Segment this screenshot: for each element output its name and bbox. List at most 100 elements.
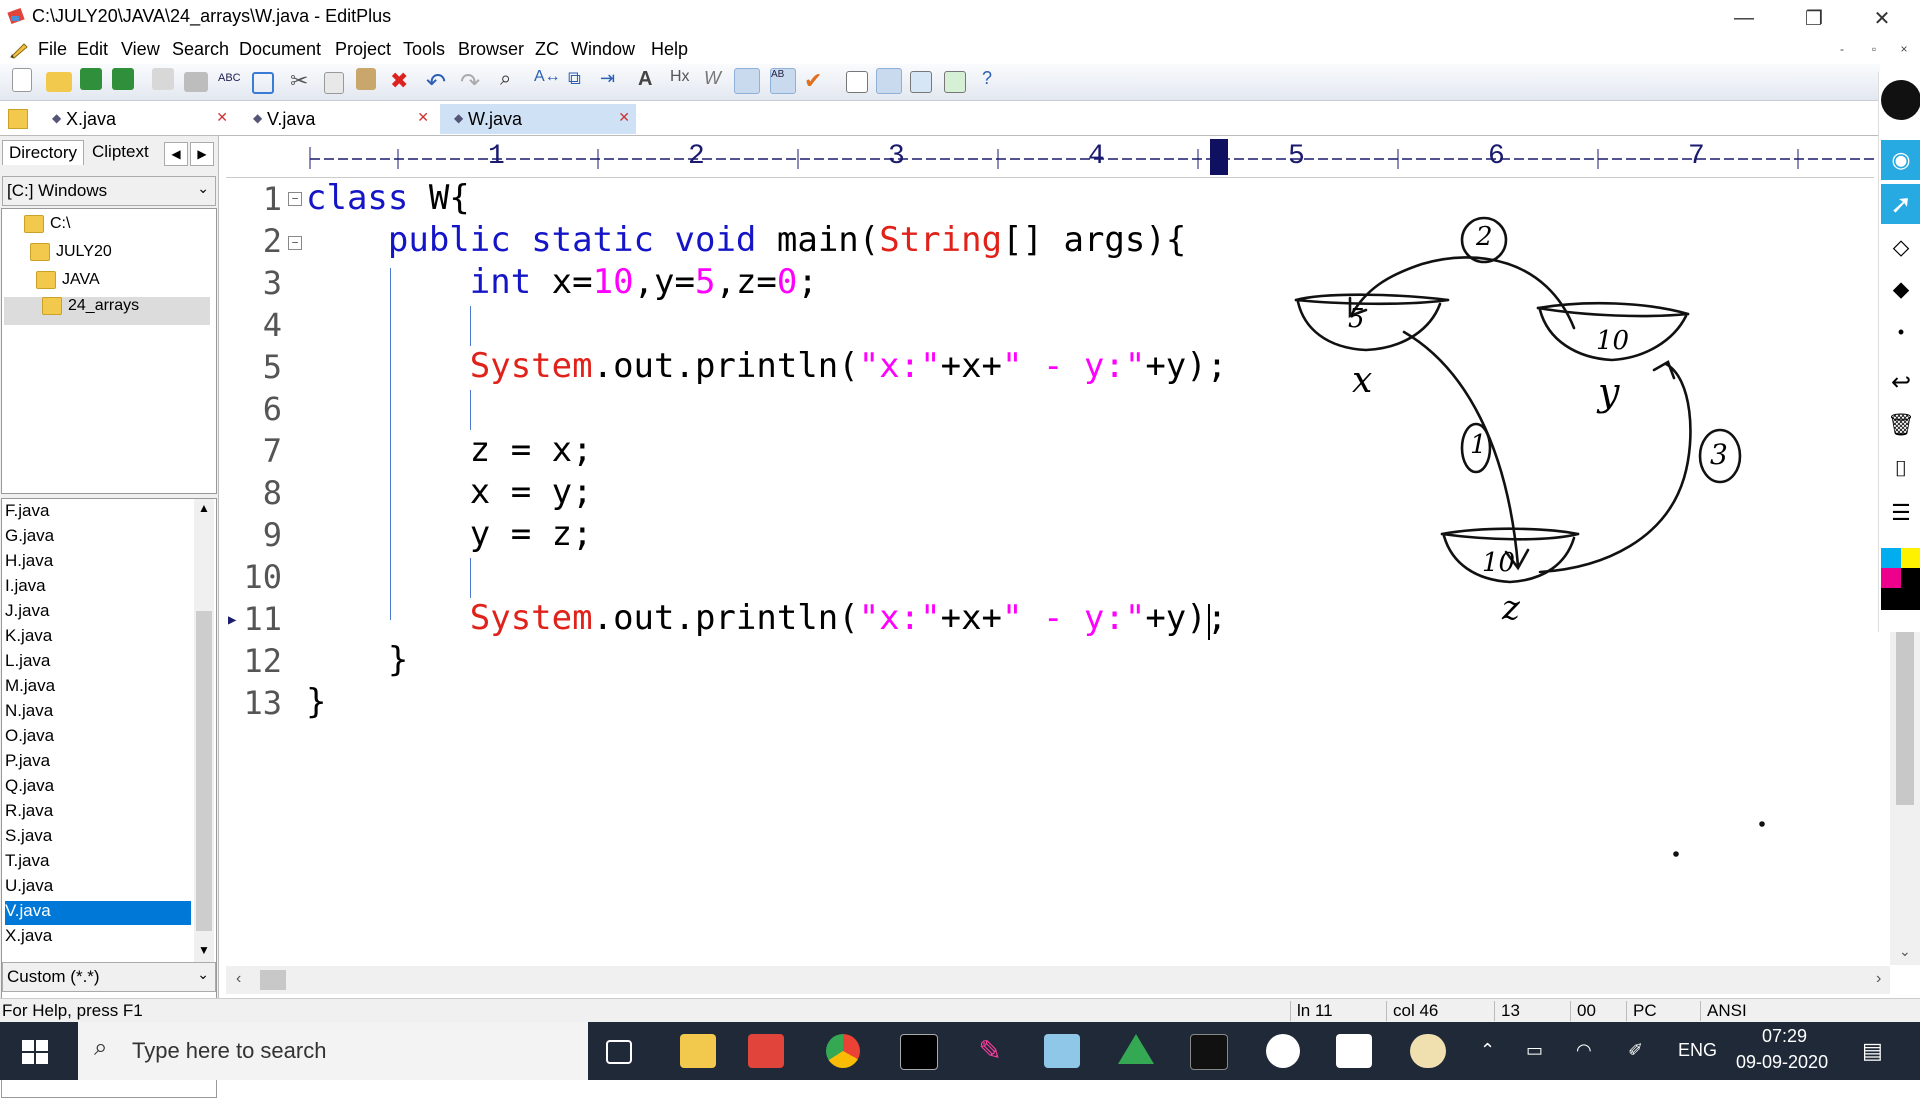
clock-time[interactable]: 07:29 <box>1762 1026 1807 1047</box>
file-item-selected[interactable]: V.java <box>5 901 191 925</box>
new-file-icon[interactable] <box>12 68 32 92</box>
open-folder-icon[interactable] <box>46 72 72 92</box>
scroll-down-icon[interactable]: ▼ <box>198 943 210 957</box>
color-cyan-swatch[interactable] <box>1881 548 1901 568</box>
tree-item-24-arrays[interactable]: 24_arrays <box>4 297 210 325</box>
code-editor[interactable]: 1 2 3 4 5 6 7 8 9 10 11 12 13 ▶ − − clas… <box>226 178 1874 966</box>
mdi-close-button[interactable]: × <box>1892 38 1916 60</box>
whiteboard-icon[interactable] <box>1336 1034 1372 1068</box>
menu-help[interactable]: Help <box>651 39 688 60</box>
file-list-scrollbar[interactable]: ▲ ▼ <box>194 499 214 963</box>
cut-icon[interactable]: ✂ <box>290 68 316 94</box>
pen-app-logo-icon[interactable] <box>1881 80 1920 120</box>
ruler-toggle-icon[interactable]: AB <box>770 68 796 94</box>
goto-line-icon[interactable]: ⇥ <box>600 68 626 94</box>
font-icon[interactable]: A <box>638 68 664 94</box>
file-item[interactable]: K.java <box>5 626 191 650</box>
undo-icon[interactable]: ↶ <box>426 68 452 96</box>
menu-search[interactable]: Search <box>172 39 229 60</box>
menu-browser[interactable]: Browser <box>458 39 524 60</box>
clear-eraser-icon[interactable]: ⬥ <box>1881 276 1920 312</box>
mysql-icon[interactable] <box>1190 1034 1228 1070</box>
browser-window-icon[interactable] <box>910 71 932 93</box>
tab-cliptext[interactable]: Cliptext <box>86 140 155 164</box>
save-icon[interactable] <box>80 68 102 90</box>
html-toolbar-icon[interactable]: Hx <box>670 68 696 94</box>
language-indicator[interactable]: ENG <box>1678 1040 1717 1061</box>
menu-tools[interactable]: Tools <box>403 39 445 60</box>
directory-window-icon[interactable] <box>846 71 868 93</box>
color-magenta-swatch[interactable] <box>1881 568 1901 588</box>
pen-app-taskbar-icon[interactable] <box>1266 1034 1300 1068</box>
file-item[interactable]: F.java <box>5 501 191 525</box>
file-item[interactable]: R.java <box>5 801 191 825</box>
menu-window[interactable]: Window <box>571 39 635 60</box>
panel-next-icon[interactable]: ▶ <box>190 142 214 166</box>
menu-view[interactable]: View <box>121 39 160 60</box>
spellcheck-icon[interactable]: ABC <box>218 68 244 94</box>
scroll-thumb[interactable] <box>196 611 212 931</box>
scroll-left-icon[interactable]: ‹ <box>236 970 241 988</box>
paint-icon[interactable] <box>1410 1034 1446 1068</box>
scroll-right-icon[interactable]: › <box>1876 970 1881 988</box>
line-number-toggle-icon[interactable] <box>734 68 760 94</box>
help-icon[interactable]: ? <box>982 68 1008 94</box>
cliptext-window-icon[interactable] <box>944 71 966 93</box>
menu-zc[interactable]: ZC <box>535 39 559 60</box>
notes-app-icon[interactable] <box>1044 1034 1080 1068</box>
file-item[interactable]: H.java <box>5 551 191 575</box>
file-item[interactable]: N.java <box>5 701 191 725</box>
mdi-restore-button[interactable]: ▫ <box>1862 38 1886 60</box>
battery-icon[interactable]: ▭ <box>1526 1040 1543 1061</box>
redo-icon[interactable]: ↷ <box>460 68 486 96</box>
menu-edit[interactable]: Edit <box>77 39 108 60</box>
find-in-files-icon[interactable]: ⧉ <box>568 68 594 94</box>
editplus-taskbar-icon[interactable] <box>748 1034 784 1068</box>
notifications-icon[interactable]: ▤ <box>1862 1038 1883 1064</box>
chrome-icon[interactable] <box>826 1034 860 1068</box>
google-drive-icon[interactable] <box>1118 1034 1154 1064</box>
pen-size-icon[interactable]: • <box>1881 322 1920 352</box>
word-wrap-icon[interactable]: W <box>704 68 730 94</box>
close-tab-icon[interactable]: ✕ <box>417 109 429 126</box>
replace-icon[interactable]: A↔ <box>534 68 561 94</box>
file-item[interactable]: U.java <box>5 876 191 900</box>
check-icon[interactable]: ✔ <box>804 68 830 94</box>
refresh-icon[interactable] <box>252 72 274 94</box>
file-item[interactable]: O.java <box>5 726 191 750</box>
eraser-icon[interactable]: ⬦ <box>1881 234 1920 270</box>
file-item[interactable]: S.java <box>5 826 191 850</box>
menu-file[interactable]: File <box>38 39 67 60</box>
output-window-icon[interactable] <box>876 68 902 94</box>
windows-start-icon[interactable] <box>22 1040 48 1064</box>
trash-icon[interactable]: 🗑 <box>1881 412 1920 448</box>
scroll-down-icon[interactable]: ⌄ <box>1899 943 1911 960</box>
panel-prev-icon[interactable]: ◀ <box>164 142 188 166</box>
color-black-swatch[interactable] <box>1901 568 1920 588</box>
file-item[interactable]: X.java <box>5 926 191 950</box>
camera-icon[interactable]: ⌷ <box>1881 456 1920 492</box>
file-filter-select[interactable]: Custom (*.*) ⌄ <box>2 962 216 992</box>
clipboard-icon[interactable]: ☰ <box>1881 500 1920 536</box>
find-icon[interactable]: ⌕ <box>500 68 526 94</box>
close-button[interactable]: ✕ <box>1852 0 1912 36</box>
tree-item-java[interactable]: JAVA <box>36 271 100 295</box>
restore-button[interactable]: ❐ <box>1784 0 1844 36</box>
file-explorer-icon[interactable] <box>680 1034 716 1068</box>
file-item[interactable]: Q.java <box>5 776 191 800</box>
minimize-button[interactable]: — <box>1714 0 1774 36</box>
task-view-icon[interactable] <box>606 1040 632 1064</box>
pointer-icon[interactable]: ➚ <box>1881 184 1920 224</box>
drive-select[interactable]: [C:] Windows ⌄ <box>2 176 216 206</box>
print-preview-icon[interactable] <box>152 68 174 90</box>
taskbar-search-box[interactable]: ⌕ Type here to search <box>78 1022 588 1080</box>
copy-icon[interactable] <box>324 72 344 94</box>
menu-document[interactable]: Document <box>239 39 321 60</box>
menu-project[interactable]: Project <box>335 39 391 60</box>
tray-expand-icon[interactable]: ⌃ <box>1480 1040 1495 1061</box>
undo-stroke-icon[interactable]: ↩ <box>1881 368 1920 404</box>
color-yellow-swatch[interactable] <box>1901 548 1920 568</box>
clock-date[interactable]: 09-09-2020 <box>1736 1052 1828 1073</box>
tree-item-c[interactable]: C:\ <box>24 215 70 239</box>
tab-v-java[interactable]: ◆ V.java ✕ <box>239 104 435 134</box>
